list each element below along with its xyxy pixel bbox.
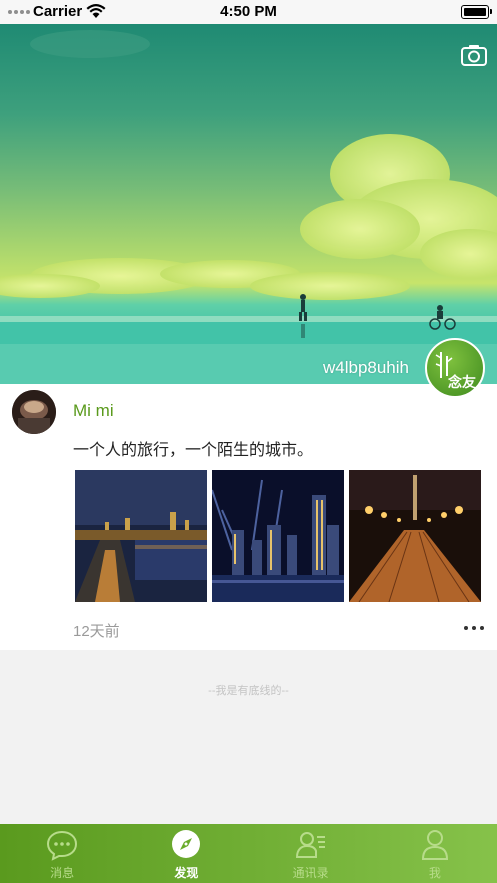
app-logo-text: 念友 (448, 374, 476, 390)
tab-messages[interactable]: 消息 (0, 824, 124, 883)
tab-label: 消息 (50, 866, 75, 880)
avatar[interactable] (12, 390, 56, 434)
post-timestamp: 12天前 (73, 623, 120, 640)
chat-bubble-icon (47, 830, 78, 861)
battery-icon (461, 5, 492, 19)
tab-discover[interactable]: 发现 (124, 824, 248, 883)
tab-label: 我 (428, 866, 441, 880)
post-photo-3[interactable] (349, 470, 481, 602)
contacts-icon (295, 832, 325, 858)
post-author[interactable]: Mi mi (73, 401, 114, 421)
cover-user-name[interactable]: w4lbp8uhih (323, 358, 409, 378)
more-options-button[interactable] (464, 626, 484, 632)
post-photo-2[interactable] (212, 470, 344, 602)
tab-me[interactable]: 我 (373, 824, 497, 883)
cover-image[interactable]: w4lbp8uhih (0, 24, 497, 384)
end-of-list-text: --我是有底线的-- (208, 685, 289, 697)
post-photos (75, 470, 481, 602)
tab-label: 发现 (174, 866, 199, 880)
tab-contacts[interactable]: 通讯录 (249, 824, 373, 883)
tab-label: 通讯录 (292, 866, 329, 880)
camera-icon[interactable] (461, 44, 487, 66)
person-icon (421, 830, 448, 860)
post-photo-1[interactable] (75, 470, 207, 602)
moment-post: Mi mi 一个人的旅行，一个陌生的城市。 12天前 (0, 384, 497, 650)
app-logo-avatar[interactable]: 念友 (425, 338, 485, 398)
avatar-image (12, 390, 56, 434)
compass-icon (172, 830, 201, 858)
moments-screen: Carrier 4:50 PM w4lbp8uhih 念友 Mi mi 一个人的… (0, 0, 497, 883)
cover-scene (0, 30, 497, 384)
clock: 4:50 PM (220, 3, 277, 20)
tab-bar: 消息 发现 通讯录 我 (0, 824, 497, 883)
post-text: 一个人的旅行，一个陌生的城市。 (73, 442, 314, 459)
status-bar: Carrier 4:50 PM (0, 0, 497, 24)
